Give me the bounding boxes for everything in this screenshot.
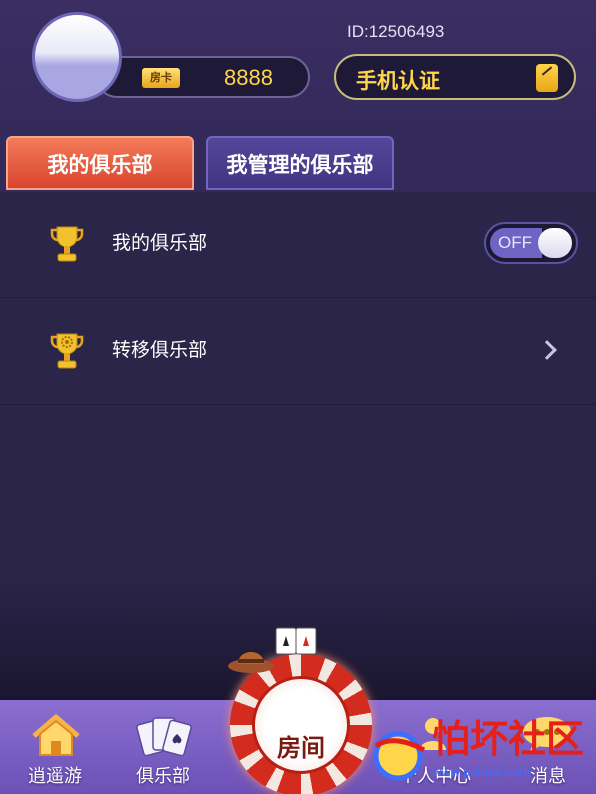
list-item-transfer-club[interactable]: 转移俱乐部 xyxy=(0,299,596,405)
room-chip-button[interactable]: 房间 xyxy=(226,627,376,794)
toggle-state-label: OFF xyxy=(498,233,532,252)
room-label: 房间 xyxy=(277,734,325,762)
phone-edit-icon xyxy=(536,64,558,92)
tab-my-club[interactable]: 我的俱乐部 xyxy=(6,136,194,190)
watermark-url: www.pahuai.com xyxy=(432,764,531,779)
list-item-label: 转移俱乐部 xyxy=(112,339,208,361)
nav-label-home: 逍遥游 xyxy=(28,766,82,787)
nav-item-home[interactable]: 逍遥游 xyxy=(10,700,100,794)
club-list: 我的俱乐部 OFF 转移俱乐部 xyxy=(0,192,596,700)
home-icon xyxy=(32,714,80,756)
trophy-icon xyxy=(50,226,84,262)
tab-managed-club[interactable]: 我管理的俱乐部 xyxy=(206,136,394,190)
nav-label-club: 俱乐部 xyxy=(136,766,190,787)
trophy-gear-icon xyxy=(50,333,84,369)
chevron-right-icon[interactable] xyxy=(537,340,557,360)
watermark-logo-icon xyxy=(373,731,426,781)
ace-cards-icon xyxy=(275,627,317,655)
user-id: ID:12506493 xyxy=(347,22,445,41)
club-toggle-switch[interactable]: OFF xyxy=(484,222,578,264)
room-card-badge: 房卡 xyxy=(142,68,180,88)
room-card-count: 8888 xyxy=(224,65,273,90)
watermark-text: 怕坏社区 xyxy=(432,716,585,761)
phone-verify-label: 手机认证 xyxy=(356,69,440,93)
nav-item-club[interactable]: 俱乐部 xyxy=(118,700,208,794)
playing-cards-icon xyxy=(136,717,192,757)
toggle-knob xyxy=(538,228,572,258)
profile-header: 房卡 8888 ID:12506493 手机认证 xyxy=(0,0,596,130)
list-item-label: 我的俱乐部 xyxy=(112,232,208,254)
room-card-display: 房卡 8888 xyxy=(96,56,310,98)
club-tabbar: 我的俱乐部 我管理的俱乐部 xyxy=(0,130,596,192)
watermark: 怕坏社区 www.pahuai.com xyxy=(368,700,596,794)
avatar[interactable] xyxy=(32,12,122,102)
cowboy-hat-icon xyxy=(228,652,274,673)
phone-verify-button[interactable]: 手机认证 xyxy=(334,54,576,100)
list-item-my-club[interactable]: 我的俱乐部 OFF xyxy=(0,192,596,298)
